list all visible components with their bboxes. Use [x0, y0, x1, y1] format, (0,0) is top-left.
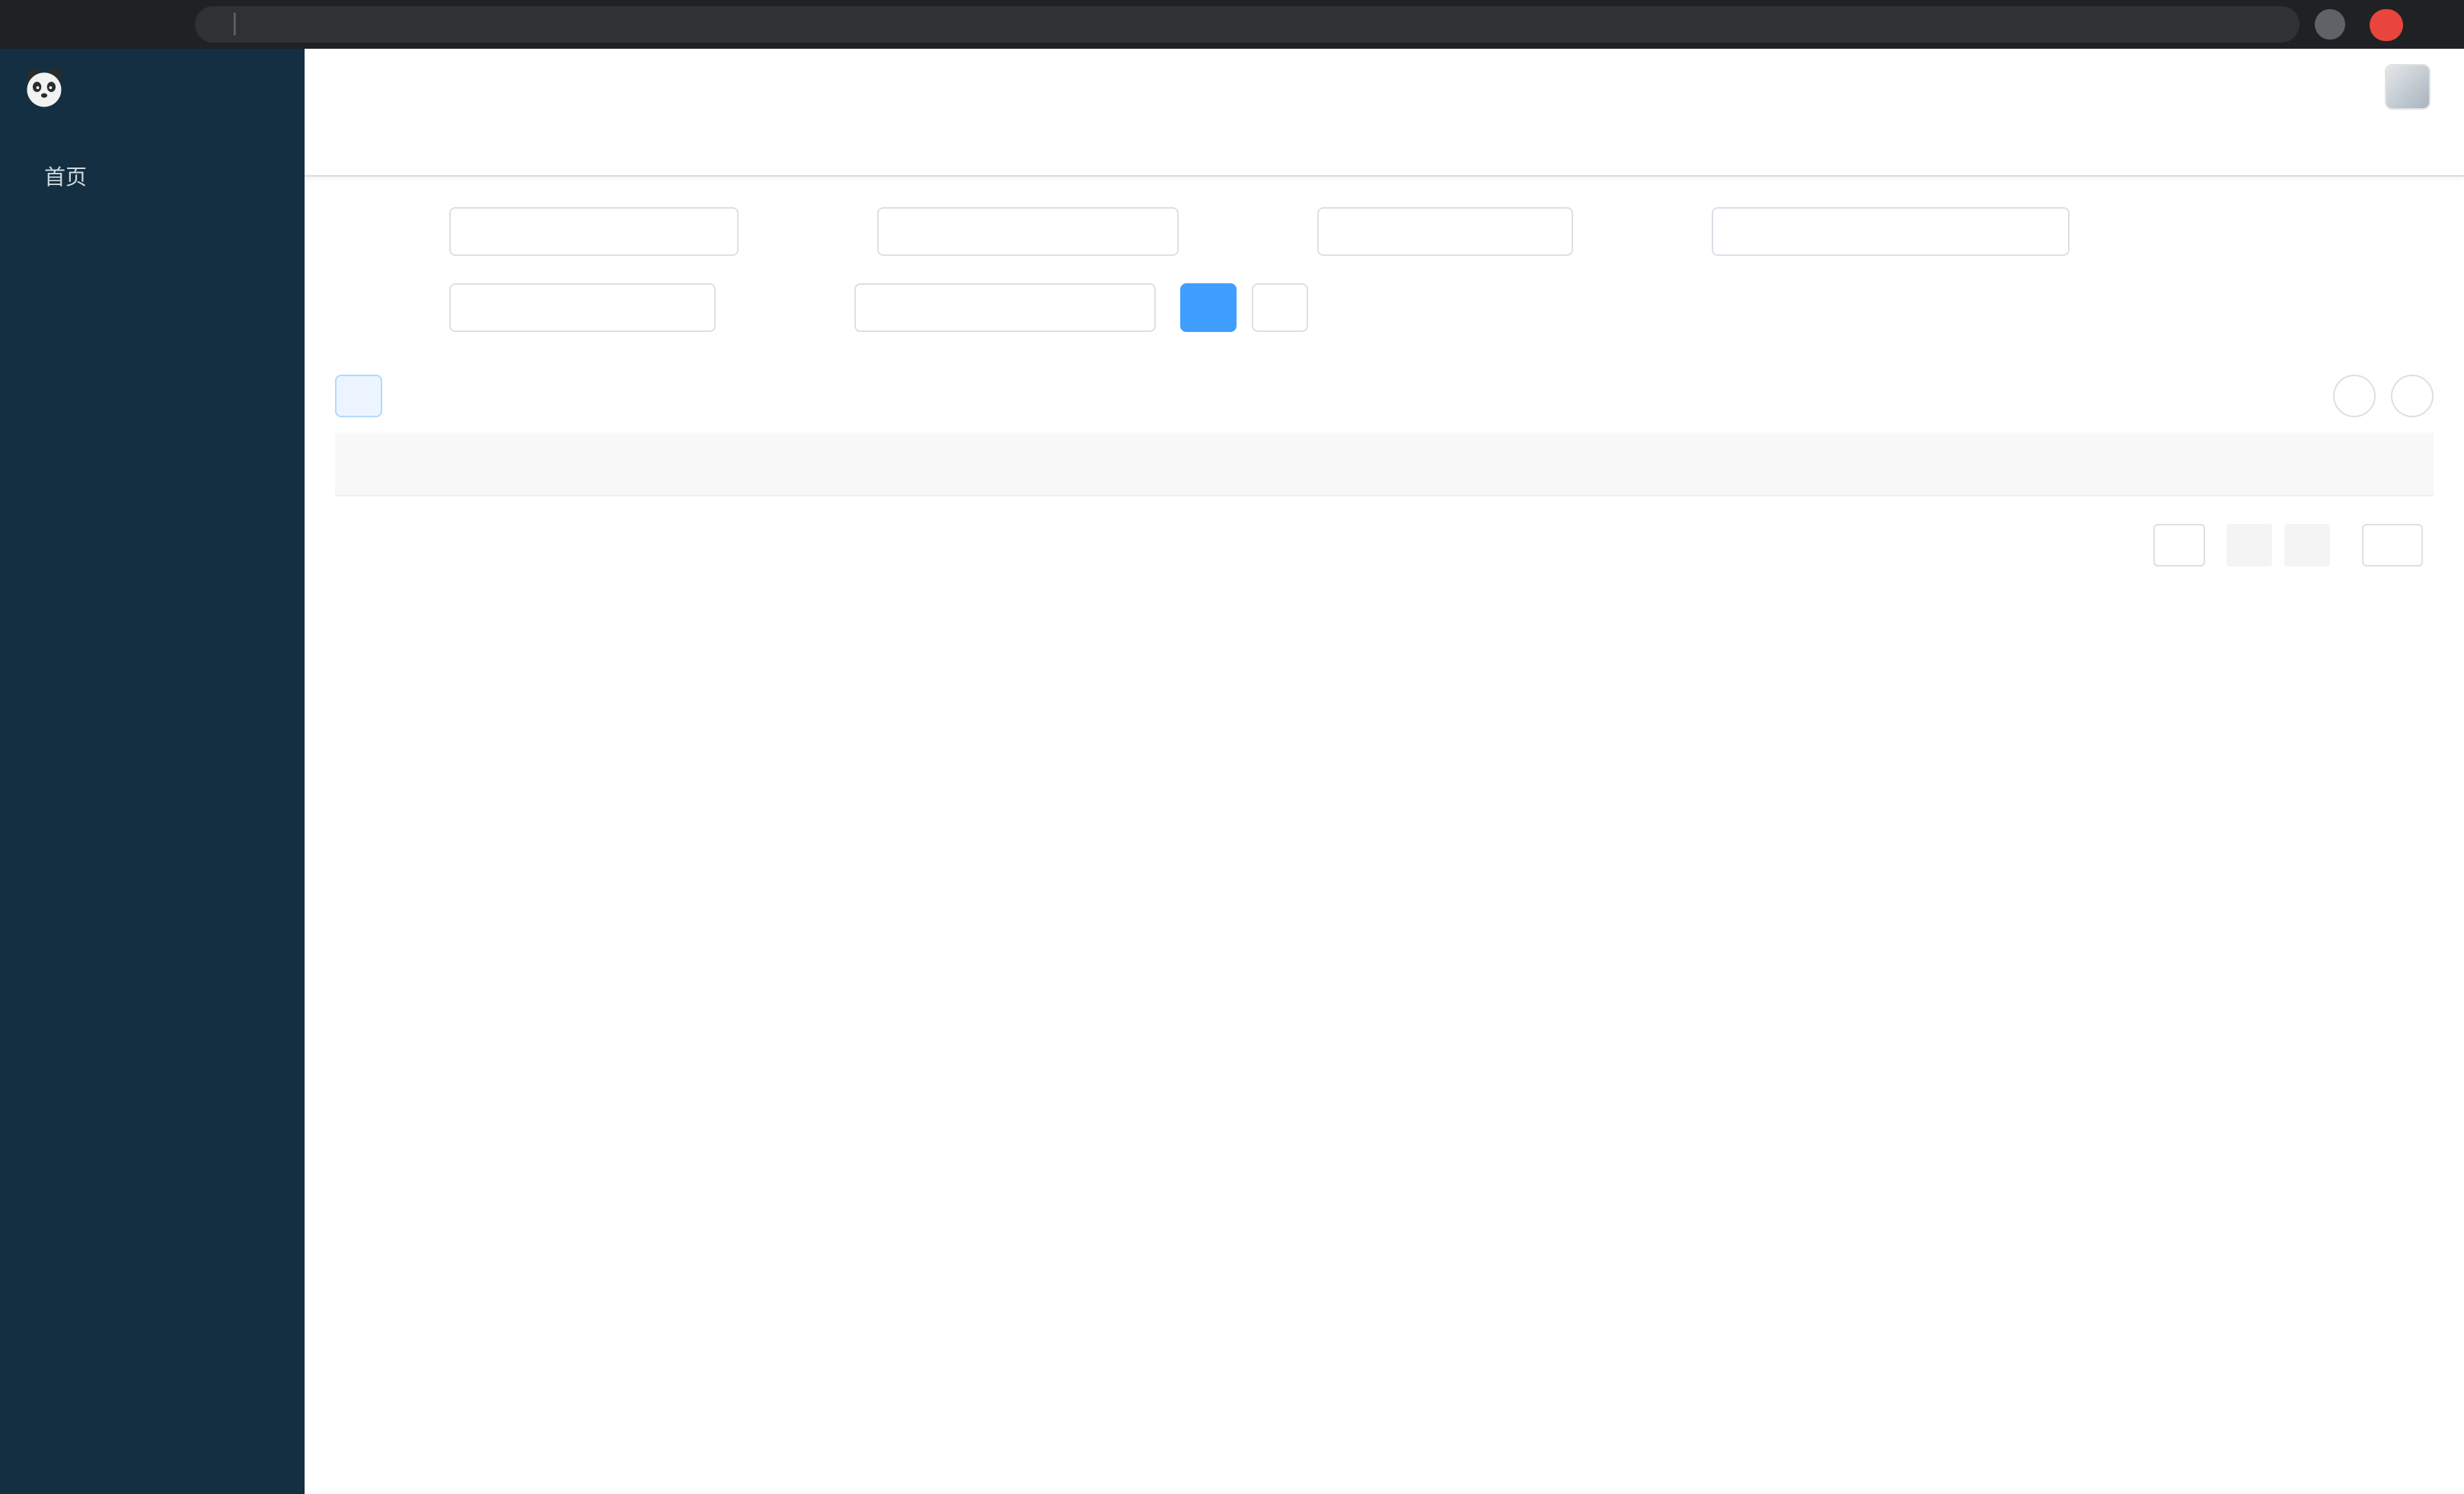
sidebar: 首页	[0, 49, 305, 1494]
process-table	[335, 433, 2434, 496]
result-select[interactable]	[854, 283, 1156, 332]
address-bar[interactable]: |	[195, 6, 2300, 43]
logo-panda-icon	[21, 65, 67, 118]
sidebar-item-home[interactable]: 首页	[0, 134, 305, 219]
filter-group-category	[1203, 207, 1573, 256]
sidebar-menu: 首页	[0, 134, 305, 219]
pagination-goto	[2351, 524, 2434, 567]
table-toolbar	[305, 359, 2464, 433]
logo[interactable]	[0, 49, 305, 134]
toolbar-right	[2333, 375, 2434, 417]
browser-update-button[interactable]	[2370, 8, 2403, 40]
reload-icon[interactable]	[101, 5, 140, 44]
browser-nav	[15, 5, 183, 44]
reset-button[interactable]	[1252, 283, 1308, 332]
status-select[interactable]	[449, 283, 716, 332]
filter-group-name	[335, 207, 739, 256]
table-header	[335, 433, 2434, 496]
filter-row-2	[335, 283, 2434, 332]
refresh-table-button[interactable]	[2391, 375, 2434, 417]
search-button[interactable]	[1180, 283, 1237, 332]
screen: |	[0, 0, 2464, 1494]
tags-view	[305, 125, 2464, 177]
incognito-icon	[2315, 9, 2345, 40]
goto-page-input[interactable]	[2362, 524, 2423, 567]
user-avatar[interactable]	[2385, 64, 2440, 110]
category-select[interactable]	[1317, 207, 1573, 256]
filter-group-result	[740, 283, 1156, 332]
page-header	[305, 49, 2464, 125]
filter-group-process	[763, 207, 1179, 256]
address-divider: |	[231, 11, 238, 38]
next-page-button[interactable]	[2284, 524, 2330, 567]
filter-form	[305, 177, 2464, 359]
date-range-picker[interactable]	[1712, 207, 2070, 256]
main: 首页	[0, 49, 2464, 1494]
pagination	[305, 496, 2464, 594]
toggle-search-button[interactable]	[2333, 375, 2376, 417]
back-icon[interactable]	[15, 5, 55, 44]
content	[305, 49, 2464, 1494]
filter-group-status	[335, 283, 716, 332]
filter-row-1	[335, 207, 2434, 256]
process-id-input[interactable]	[877, 207, 1179, 256]
avatar	[2385, 64, 2430, 110]
filter-group-submit-time	[1597, 207, 2070, 256]
browser-home-icon[interactable]	[143, 5, 183, 44]
incognito-badge	[2315, 9, 2354, 40]
forward-icon[interactable]	[58, 5, 97, 44]
browser-toolbar: |	[0, 0, 2464, 49]
page-size-select[interactable]	[2153, 524, 2205, 567]
browser-menu-icon[interactable]	[2409, 5, 2449, 44]
process-name-input[interactable]	[449, 207, 739, 256]
start-process-button[interactable]	[335, 375, 382, 417]
header-actions	[2248, 64, 2440, 110]
prev-page-button[interactable]	[2226, 524, 2272, 567]
sidebar-item-label: 首页	[44, 161, 280, 192]
